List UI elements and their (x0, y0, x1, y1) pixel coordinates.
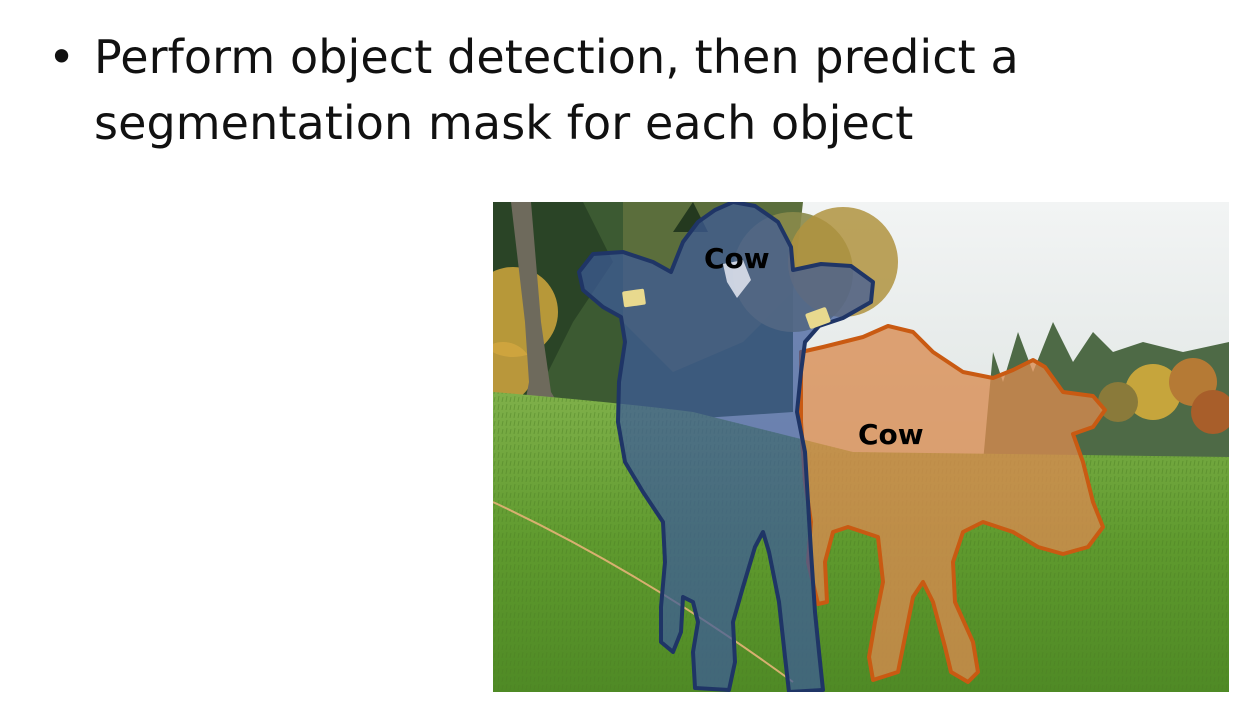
bullet-line-1: Perform object detection, then predict a (94, 30, 1019, 84)
segmentation-photo: Cow Cow (493, 202, 1229, 692)
slide: • Perform object detection, then predict… (0, 0, 1246, 705)
mask-label-cow-blue: Cow (704, 242, 770, 275)
bullet-dot-icon: • (48, 30, 76, 84)
mask-label-cow-orange: Cow (858, 418, 924, 451)
bullet-line-2: segmentation mask for each object (94, 96, 914, 150)
ear-tag-left (622, 288, 646, 308)
bullet-block: • Perform object detection, then predict… (48, 24, 1198, 156)
photo-canvas: Cow Cow (493, 202, 1229, 692)
bullet-text: Perform object detection, then predict a… (94, 24, 1019, 156)
bullet-item: • Perform object detection, then predict… (48, 24, 1198, 156)
